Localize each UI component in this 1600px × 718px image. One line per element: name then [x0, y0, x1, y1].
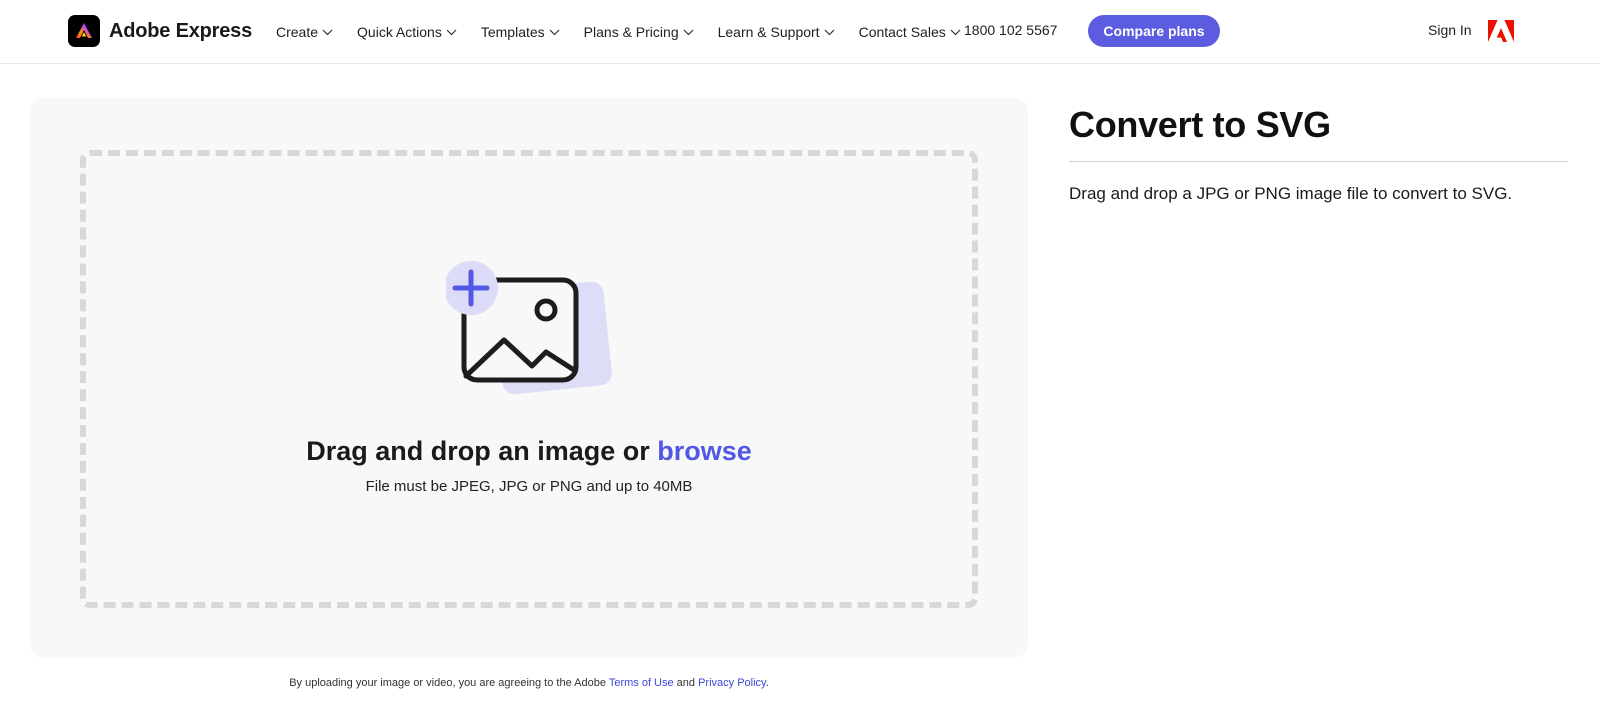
terms-of-use-link[interactable]: Terms of Use: [609, 677, 674, 689]
nav-plans-pricing-label: Plans & Pricing: [583, 24, 679, 40]
legal-suffix: .: [765, 677, 769, 689]
file-requirements-text: File must be JPEG, JPG or PNG and up to …: [365, 478, 693, 495]
chevron-down-icon: [549, 29, 560, 36]
drop-title-text: Drag and drop an image or: [306, 436, 658, 466]
nav-quick-actions[interactable]: Quick Actions: [357, 24, 457, 40]
nav-templates-label: Templates: [480, 24, 545, 40]
nav-create-label: Create: [276, 24, 319, 40]
brand-name: Adobe Express: [109, 19, 253, 42]
adobe-logo-icon[interactable]: [1488, 20, 1514, 42]
nav-templates[interactable]: Templates: [481, 24, 560, 40]
legal-notice: By uploading your image or video, you ar…: [0, 677, 1058, 689]
legal-prefix: By uploading your image or video, you ar…: [289, 677, 609, 689]
upload-panel: Drag and drop an image or browse File mu…: [30, 98, 1028, 658]
top-header: Adobe Express Create Quick Actions Templ…: [0, 0, 1600, 64]
privacy-policy-link[interactable]: Privacy Policy: [698, 677, 766, 689]
main-nav: Create Quick Actions Templates Plans & P…: [276, 0, 985, 64]
nav-learn-support-label: Learn & Support: [717, 24, 820, 40]
chevron-down-icon: [446, 29, 457, 36]
divider: [1069, 161, 1568, 162]
nav-quick-actions-label: Quick Actions: [357, 24, 442, 40]
nav-plans-pricing[interactable]: Plans & Pricing: [584, 24, 694, 40]
compare-plans-button[interactable]: Compare plans: [1088, 15, 1220, 47]
brand[interactable]: Adobe Express: [68, 15, 252, 47]
page-title: Convert to SVG: [1069, 104, 1331, 145]
nav-create[interactable]: Create: [276, 24, 333, 40]
adobe-express-logo-icon: [68, 15, 100, 47]
browse-link[interactable]: browse: [657, 436, 752, 466]
chevron-down-icon: [683, 29, 694, 36]
page-description: Drag and drop a JPG or PNG image file to…: [1069, 184, 1513, 203]
nav-contact-sales[interactable]: Contact Sales: [859, 24, 961, 40]
chevron-down-icon: [950, 29, 961, 36]
legal-and: and: [673, 677, 699, 689]
drop-title: Drag and drop an image or browse: [30, 436, 1028, 467]
chevron-down-icon: [322, 29, 333, 36]
nav-contact-sales-label: Contact Sales: [858, 24, 946, 40]
image-add-icon: [444, 258, 616, 398]
chevron-down-icon: [824, 29, 835, 36]
phone-number-link[interactable]: 1800 102 5567: [964, 22, 1057, 38]
sign-in-link[interactable]: Sign In: [1428, 22, 1472, 38]
nav-learn-support[interactable]: Learn & Support: [718, 24, 835, 40]
